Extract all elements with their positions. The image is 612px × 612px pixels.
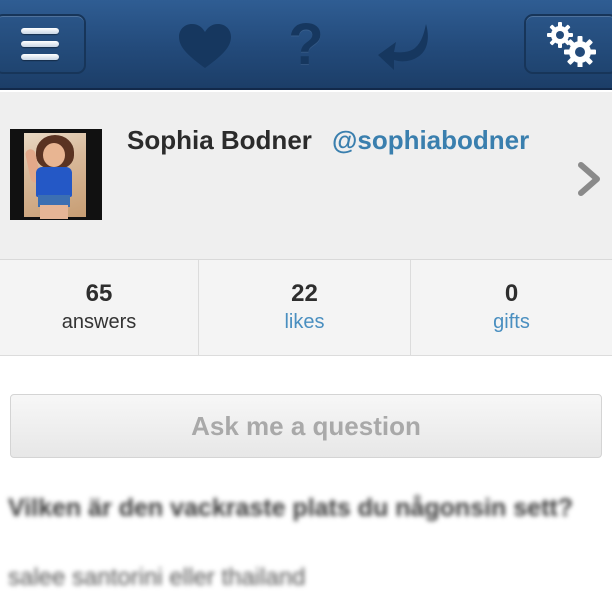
- stat-answers[interactable]: 65 answers: [0, 260, 199, 356]
- ask-question-button[interactable]: Ask me a question: [10, 394, 602, 458]
- gears-icon: [547, 22, 596, 67]
- avatar[interactable]: [10, 129, 102, 220]
- stats-row: 65 answers 22 likes 0 gifts: [0, 260, 612, 356]
- chevron-right-icon[interactable]: [578, 162, 602, 196]
- gifts-count: 0: [504, 280, 519, 307]
- feed-answer: salee santorini eller thailand: [8, 564, 306, 591]
- settings-button[interactable]: [524, 14, 612, 74]
- reply-icon[interactable]: [376, 22, 432, 72]
- menu-icon: [21, 28, 59, 60]
- heart-icon[interactable]: [178, 24, 232, 70]
- profile-handle[interactable]: @sophiabodner: [332, 125, 529, 156]
- likes-count: 22: [291, 280, 318, 307]
- answers-count: 65: [85, 280, 113, 307]
- profile-name: Sophia Bodner: [127, 125, 312, 155]
- likes-label: likes: [284, 311, 325, 333]
- answers-label: answers: [61, 311, 137, 333]
- feed-question[interactable]: Vilken är den vackraste plats du någonsi…: [8, 490, 598, 526]
- gifts-label: gifts: [493, 311, 530, 333]
- stat-gifts[interactable]: 0 gifts: [411, 260, 612, 356]
- stat-likes[interactable]: 22 likes: [199, 260, 411, 356]
- menu-button[interactable]: [0, 14, 86, 74]
- help-icon[interactable]: ?: [283, 10, 329, 80]
- content-area: Ask me a question Vilken är den vackrast…: [0, 356, 612, 612]
- top-navigation-bar: ?: [0, 0, 612, 90]
- profile-header[interactable]: Sophia Bodner @sophiabodner: [0, 92, 612, 260]
